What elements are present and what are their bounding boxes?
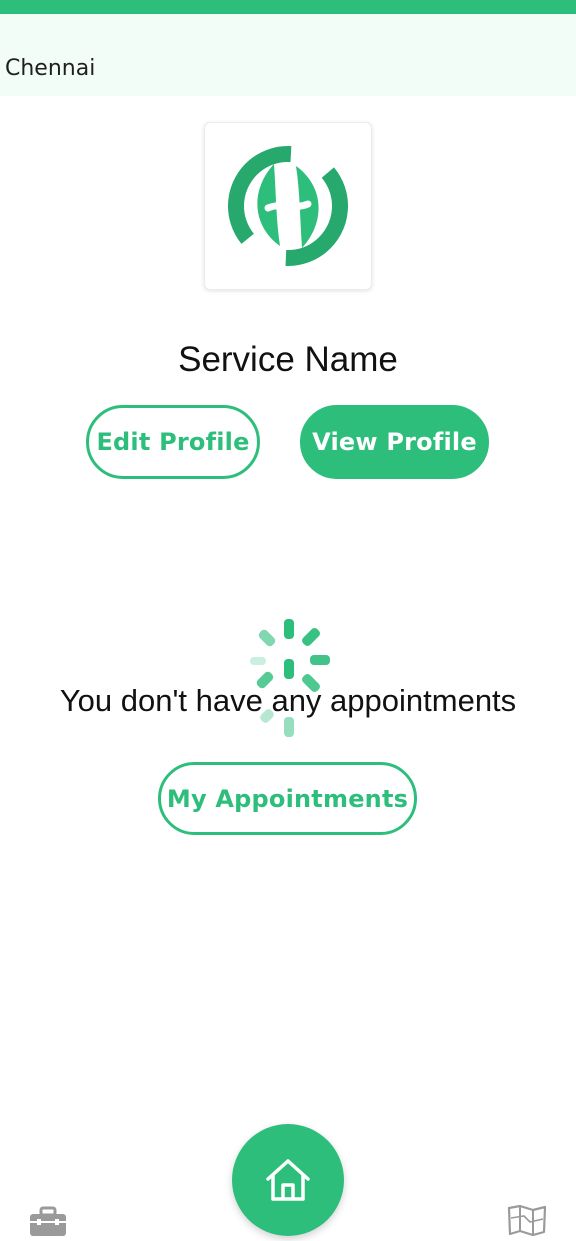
home-icon (266, 1159, 310, 1201)
home-button[interactable] (232, 1124, 344, 1236)
location-bar[interactable]: Chennai (0, 14, 576, 96)
my-appointments-button[interactable]: My Appointments (158, 762, 417, 835)
service-logo (204, 122, 372, 290)
spinner-icon (250, 619, 330, 737)
view-profile-button[interactable]: View Profile (300, 405, 489, 479)
leaf-logo-icon (228, 146, 348, 266)
edit-profile-button[interactable]: Edit Profile (86, 405, 260, 479)
map-nav-button[interactable] (506, 1204, 548, 1237)
location-label: Chennai (5, 56, 96, 81)
map-icon (507, 1204, 547, 1237)
status-accent-strip (0, 0, 576, 14)
service-name-title: Service Name (178, 340, 398, 379)
briefcase-icon (30, 1206, 66, 1236)
briefcase-nav-button[interactable] (28, 1206, 68, 1236)
